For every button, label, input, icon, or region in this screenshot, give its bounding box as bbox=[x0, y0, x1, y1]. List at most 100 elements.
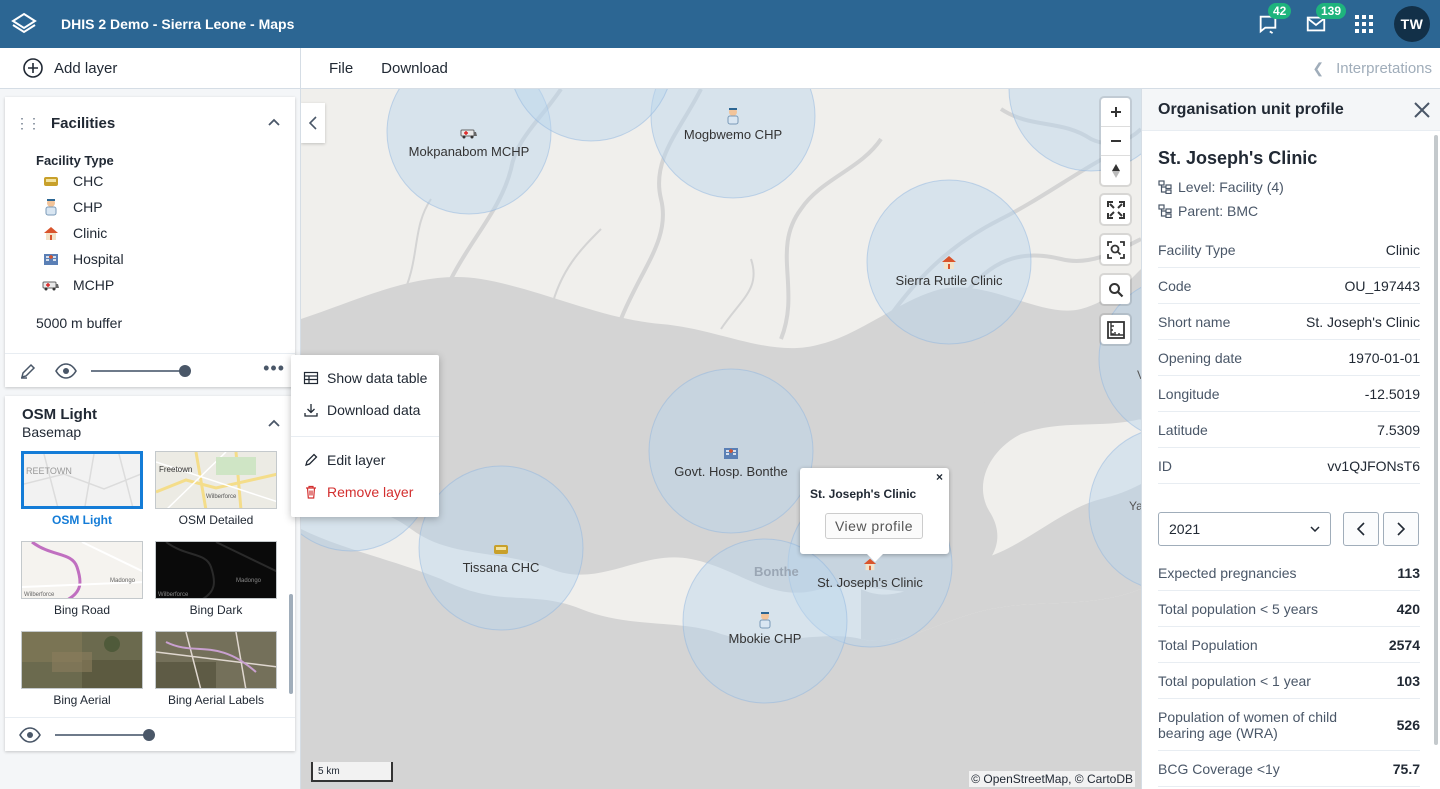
legend-label: Clinic bbox=[73, 225, 108, 241]
data-key: Total Population bbox=[1158, 636, 1258, 653]
remove-layer-item[interactable]: Remove layer bbox=[303, 484, 413, 500]
layers-panel: ⋮⋮ Facilities Facility Type CHC CHP Clin… bbox=[0, 89, 301, 789]
chp-icon[interactable] bbox=[758, 611, 772, 629]
slider-thumb[interactable] bbox=[179, 364, 191, 377]
close-icon[interactable] bbox=[1412, 100, 1432, 120]
basemap-option[interactable]: Madongo Wilberforce Bing Dark bbox=[155, 541, 277, 617]
basemap-label: OSM Light bbox=[52, 513, 112, 527]
ruler-icon bbox=[1106, 320, 1125, 339]
data-row: BCG Coverage <1y 75.7 bbox=[1158, 751, 1420, 787]
thumb-text: REETOWN bbox=[26, 466, 72, 476]
buffer-legend: 5000 m buffer bbox=[36, 315, 123, 331]
attribute-value: vv1QJFONsT6 bbox=[1327, 457, 1420, 474]
panel-scrollbar[interactable] bbox=[1434, 135, 1438, 745]
data-value: 2574 bbox=[1388, 636, 1420, 653]
measure-control bbox=[1101, 315, 1130, 344]
interpretations-badge: 42 bbox=[1268, 3, 1292, 19]
hospital-icon[interactable] bbox=[723, 446, 739, 460]
download-data-item[interactable]: Download data bbox=[303, 402, 420, 418]
data-value: 75.7 bbox=[1392, 760, 1420, 777]
basemap-option[interactable]: Bing Aerial bbox=[21, 631, 143, 707]
mchp-icon[interactable] bbox=[460, 127, 478, 139]
measure-button[interactable] bbox=[1101, 315, 1130, 344]
chc-icon[interactable] bbox=[493, 542, 509, 556]
apps-menu-button[interactable] bbox=[1340, 0, 1388, 48]
basemap-label: Bing Aerial Labels bbox=[167, 693, 265, 707]
close-icon[interactable]: × bbox=[936, 470, 943, 484]
basemap-label: Bing Road bbox=[53, 603, 111, 617]
chevron-up-icon[interactable] bbox=[267, 418, 281, 428]
visibility-icon[interactable] bbox=[55, 362, 77, 379]
basemap-thumbnail bbox=[21, 631, 143, 689]
attribute-row: ID vv1QJFONsT6 bbox=[1158, 448, 1420, 484]
attribute-key: Short name bbox=[1158, 313, 1231, 330]
attribute-value: -12.5019 bbox=[1364, 385, 1420, 402]
more-options-icon[interactable]: ••• bbox=[263, 359, 285, 377]
messages-button[interactable]: 139 bbox=[1292, 0, 1347, 48]
zoom-to-content-button[interactable] bbox=[1101, 235, 1130, 264]
chevron-up-icon[interactable] bbox=[267, 117, 281, 127]
level-text: Level: Facility (4) bbox=[1178, 179, 1284, 195]
hospital-icon bbox=[41, 249, 61, 269]
chp-icon[interactable] bbox=[726, 107, 740, 125]
plus-icon bbox=[1110, 107, 1121, 117]
download-menu[interactable]: Download bbox=[381, 60, 448, 77]
next-period-button[interactable] bbox=[1383, 512, 1419, 546]
legend-item: Clinic bbox=[41, 220, 295, 246]
file-menu[interactable]: File bbox=[329, 60, 353, 77]
basemap-option[interactable]: Bing Aerial Labels bbox=[155, 631, 277, 707]
period-dropdown[interactable]: 2021 bbox=[1158, 512, 1331, 546]
fullscreen-button[interactable] bbox=[1101, 195, 1130, 224]
facility-label: Sierra Rutile Clinic bbox=[895, 273, 1003, 288]
layer-context-menu: Show data table Download data Edit layer… bbox=[291, 355, 439, 517]
search-button[interactable] bbox=[1101, 275, 1130, 304]
facility-label: St. Joseph's Clinic bbox=[817, 575, 923, 590]
attribute-row: Facility Type Clinic bbox=[1158, 232, 1420, 268]
user-avatar[interactable]: TW bbox=[1394, 6, 1430, 42]
facility-popup: St. Joseph's Clinic × View profile bbox=[800, 468, 949, 562]
add-layer-button[interactable]: Add layer bbox=[0, 47, 301, 89]
drag-handle-icon[interactable]: ⋮⋮ bbox=[15, 115, 41, 132]
dhis2-logo-icon[interactable] bbox=[0, 0, 48, 48]
chevron-left-icon: ❮ bbox=[1312, 60, 1325, 76]
edit-icon[interactable] bbox=[19, 362, 37, 380]
add-layer-label: Add layer bbox=[54, 59, 118, 77]
panel-scrollbar[interactable] bbox=[289, 594, 293, 694]
collapse-panel-button[interactable] bbox=[301, 103, 325, 143]
opacity-slider[interactable] bbox=[91, 364, 191, 377]
visibility-icon[interactable] bbox=[19, 726, 41, 743]
interpretations-toggle[interactable]: ❮ Interpretations bbox=[1312, 48, 1432, 89]
menu-divider bbox=[291, 436, 439, 437]
attribute-row: Opening date 1970-01-01 bbox=[1158, 340, 1420, 376]
basemap-option[interactable]: Wilberforce Madongo Bing Road bbox=[21, 541, 143, 617]
opacity-slider[interactable] bbox=[55, 728, 155, 741]
attribute-row: Longitude -12.5019 bbox=[1158, 376, 1420, 412]
clinic-icon[interactable] bbox=[941, 254, 957, 270]
thumb-text: Wilberforce bbox=[206, 494, 237, 500]
legend-item: CHP bbox=[41, 194, 295, 220]
map-attribution[interactable]: © OpenStreetMap, © CartoDB bbox=[969, 771, 1135, 787]
layer-title: Facilities bbox=[51, 114, 116, 132]
interpretations-button[interactable]: 42 bbox=[1244, 0, 1292, 48]
basemap-thumbnail: Freetown Wilberforce bbox=[155, 451, 277, 509]
view-profile-button[interactable]: View profile bbox=[825, 513, 923, 539]
facility-label: Tissana CHC bbox=[462, 560, 540, 575]
edit-icon bbox=[305, 453, 318, 466]
facilities-layer-card: ⋮⋮ Facilities Facility Type CHC CHP Clin… bbox=[5, 97, 295, 387]
basemap-option[interactable]: Freetown Wilberforce OSM Detailed bbox=[155, 451, 277, 527]
zoom-in-button[interactable] bbox=[1101, 98, 1130, 127]
slider-thumb[interactable] bbox=[143, 728, 155, 741]
thumb-text: Wilberforce bbox=[24, 592, 55, 598]
show-data-table-item[interactable]: Show data table bbox=[303, 370, 427, 386]
attribute-value: 7.5309 bbox=[1377, 421, 1420, 438]
interpretations-label: Interpretations bbox=[1336, 60, 1432, 77]
layer-toolbar: ••• bbox=[5, 353, 295, 387]
edit-layer-item[interactable]: Edit layer bbox=[303, 452, 385, 468]
basemap-thumbnail bbox=[155, 631, 277, 689]
basemap-option[interactable]: REETOWN OSM Light bbox=[21, 451, 143, 527]
zoom-out-button[interactable] bbox=[1101, 127, 1130, 156]
menu-label: Remove layer bbox=[327, 484, 414, 500]
reset-bearing-button[interactable] bbox=[1101, 156, 1130, 185]
previous-period-button[interactable] bbox=[1343, 512, 1379, 546]
thumb-text: Freetown bbox=[159, 465, 192, 474]
